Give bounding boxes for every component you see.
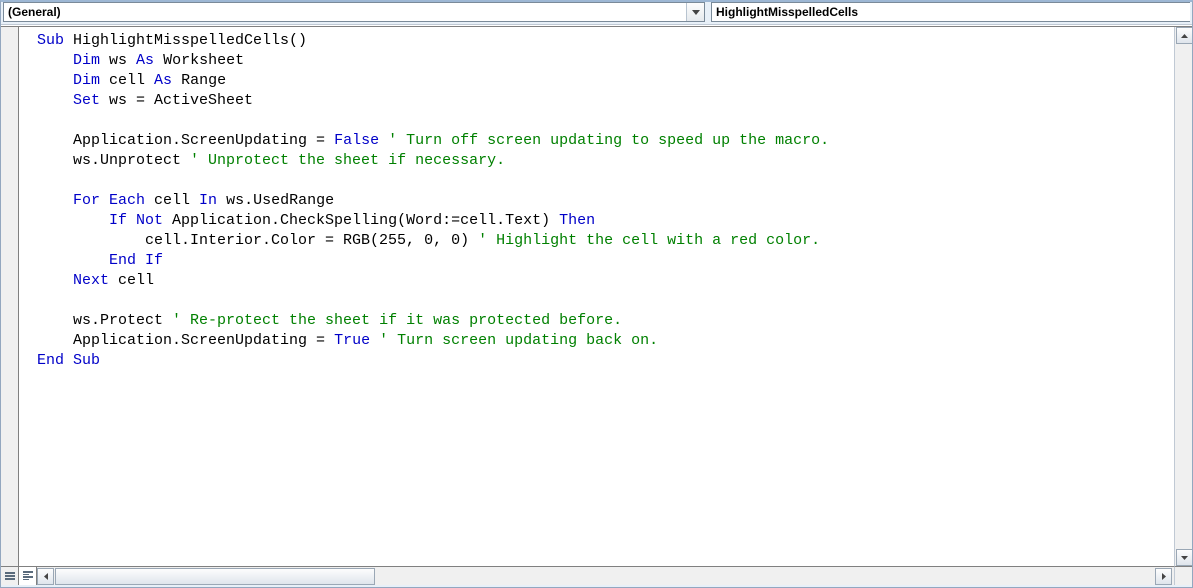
scroll-up-button[interactable] [1176, 27, 1193, 44]
object-dropdown[interactable]: (General) [3, 2, 705, 22]
chevron-down-icon [686, 3, 704, 21]
dropdown-row: (General) HighlightMisspelledCells [0, 0, 1193, 22]
scroll-right-button[interactable] [1155, 568, 1172, 585]
object-dropdown-value: (General) [8, 5, 61, 19]
vertical-scrollbar[interactable] [1174, 27, 1193, 566]
editor-area: Sub HighlightMisspelledCells() Dim ws As… [1, 27, 1193, 566]
code-text[interactable]: Sub HighlightMisspelledCells() Dim ws As… [19, 27, 1174, 371]
bottom-row [1, 566, 1193, 585]
vba-code-window: (General) HighlightMisspelledCells Sub H… [0, 0, 1193, 588]
scrollbar-corner [1174, 566, 1193, 585]
procedure-dropdown-value: HighlightMisspelledCells [716, 5, 858, 19]
procedure-view-button[interactable] [1, 566, 19, 585]
code-pane[interactable]: Sub HighlightMisspelledCells() Dim ws As… [19, 27, 1174, 566]
scroll-left-button[interactable] [37, 568, 54, 585]
scroll-down-button[interactable] [1176, 549, 1193, 566]
procedure-dropdown[interactable]: HighlightMisspelledCells [711, 2, 1190, 22]
margin-indicator-bar[interactable] [1, 27, 19, 566]
horizontal-scrollbar[interactable] [37, 566, 1174, 585]
horizontal-scroll-thumb[interactable] [55, 568, 375, 585]
full-module-view-button[interactable] [19, 566, 37, 585]
